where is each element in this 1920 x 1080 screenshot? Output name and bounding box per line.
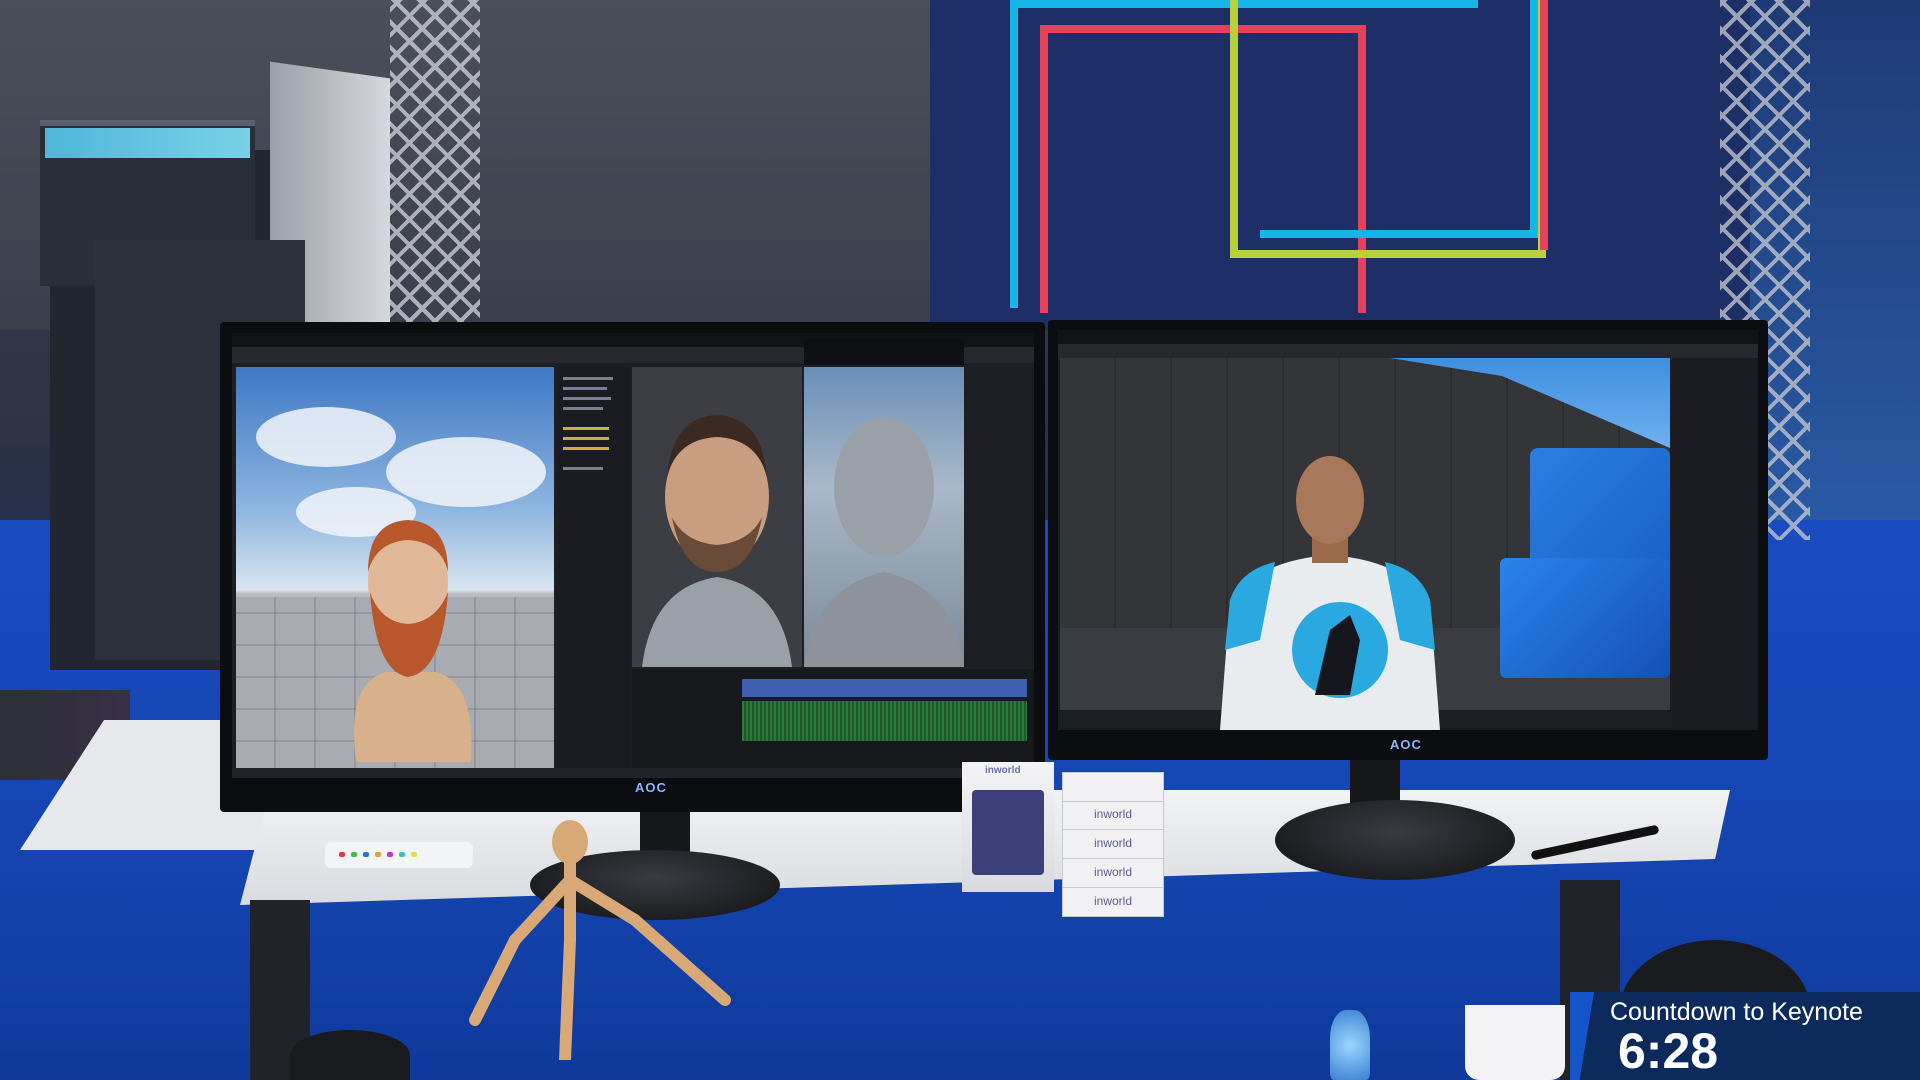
- tree-row: [563, 377, 613, 380]
- timeline-track-blue: [742, 679, 1027, 697]
- tree-row: [563, 397, 611, 400]
- inworld-card: inworld: [1062, 858, 1164, 888]
- crystal-figurine: [1330, 1010, 1370, 1080]
- tree-row: [563, 467, 603, 470]
- outliner-panel-right: [1672, 358, 1758, 730]
- tshirt-avatar: [1220, 456, 1440, 730]
- remote-button: [339, 852, 345, 857]
- led-remote: [325, 842, 473, 868]
- inworld-box-label: inworld: [985, 765, 1021, 776]
- bearded-avatar-bust: [354, 520, 472, 762]
- remote-button: [363, 852, 369, 857]
- remote-button: [411, 852, 417, 857]
- remote-button: [387, 852, 393, 857]
- right-monitor-stand-base: [1275, 800, 1515, 880]
- tree-row: [563, 437, 609, 440]
- wooden-mannequin: [469, 820, 731, 1060]
- metahuman-head: [804, 417, 964, 667]
- tree-row: [563, 447, 609, 450]
- countdown-overlay: Countdown to Keynote 6:28: [1570, 992, 1920, 1080]
- remote-button: [399, 852, 405, 857]
- inworld-card: inworld: [1062, 887, 1164, 917]
- inworld-card: inworld: [1062, 800, 1164, 830]
- presenter-face: [632, 367, 802, 667]
- remote-button: [351, 852, 357, 857]
- webcam-video-feed: [632, 367, 802, 667]
- tree-row: [563, 427, 609, 430]
- editor-menubar: [1058, 330, 1758, 344]
- inworld-card: inworld: [1062, 829, 1164, 859]
- animation-curves-strip: [804, 339, 964, 365]
- sequencer-timeline: [632, 669, 1034, 772]
- tree-row: [563, 407, 603, 410]
- countdown-timer: 6:28: [1618, 1023, 1719, 1079]
- blue-sofa-seat: [1500, 558, 1670, 678]
- inworld-box-art: [972, 790, 1044, 875]
- backdrop-wall-blue: [930, 0, 1750, 330]
- left-monitor-screen: [232, 333, 1034, 778]
- pen-cup: [1465, 1005, 1565, 1080]
- right-monitor-brand: AOC: [1390, 737, 1422, 752]
- side-monitor-screen: [45, 128, 250, 158]
- microphone-left: [290, 1030, 410, 1080]
- timeline-track-audio: [742, 701, 1027, 741]
- metahuman-preview: [804, 367, 964, 667]
- cloud: [256, 407, 396, 467]
- details-panel: [967, 367, 1034, 667]
- wall-stripe-red-2: [1410, 0, 1548, 250]
- remote-button: [375, 852, 381, 857]
- inworld-card-top: [1062, 772, 1164, 802]
- left-monitor-brand: AOC: [635, 780, 667, 795]
- truss-left: [390, 0, 480, 330]
- windows-taskbar: [232, 768, 1034, 778]
- outliner-panel: [557, 367, 629, 772]
- countdown-accent: [1570, 992, 1594, 1080]
- tree-row: [563, 387, 607, 390]
- viewport-bearded-avatar: [236, 367, 554, 772]
- cloud: [386, 437, 546, 507]
